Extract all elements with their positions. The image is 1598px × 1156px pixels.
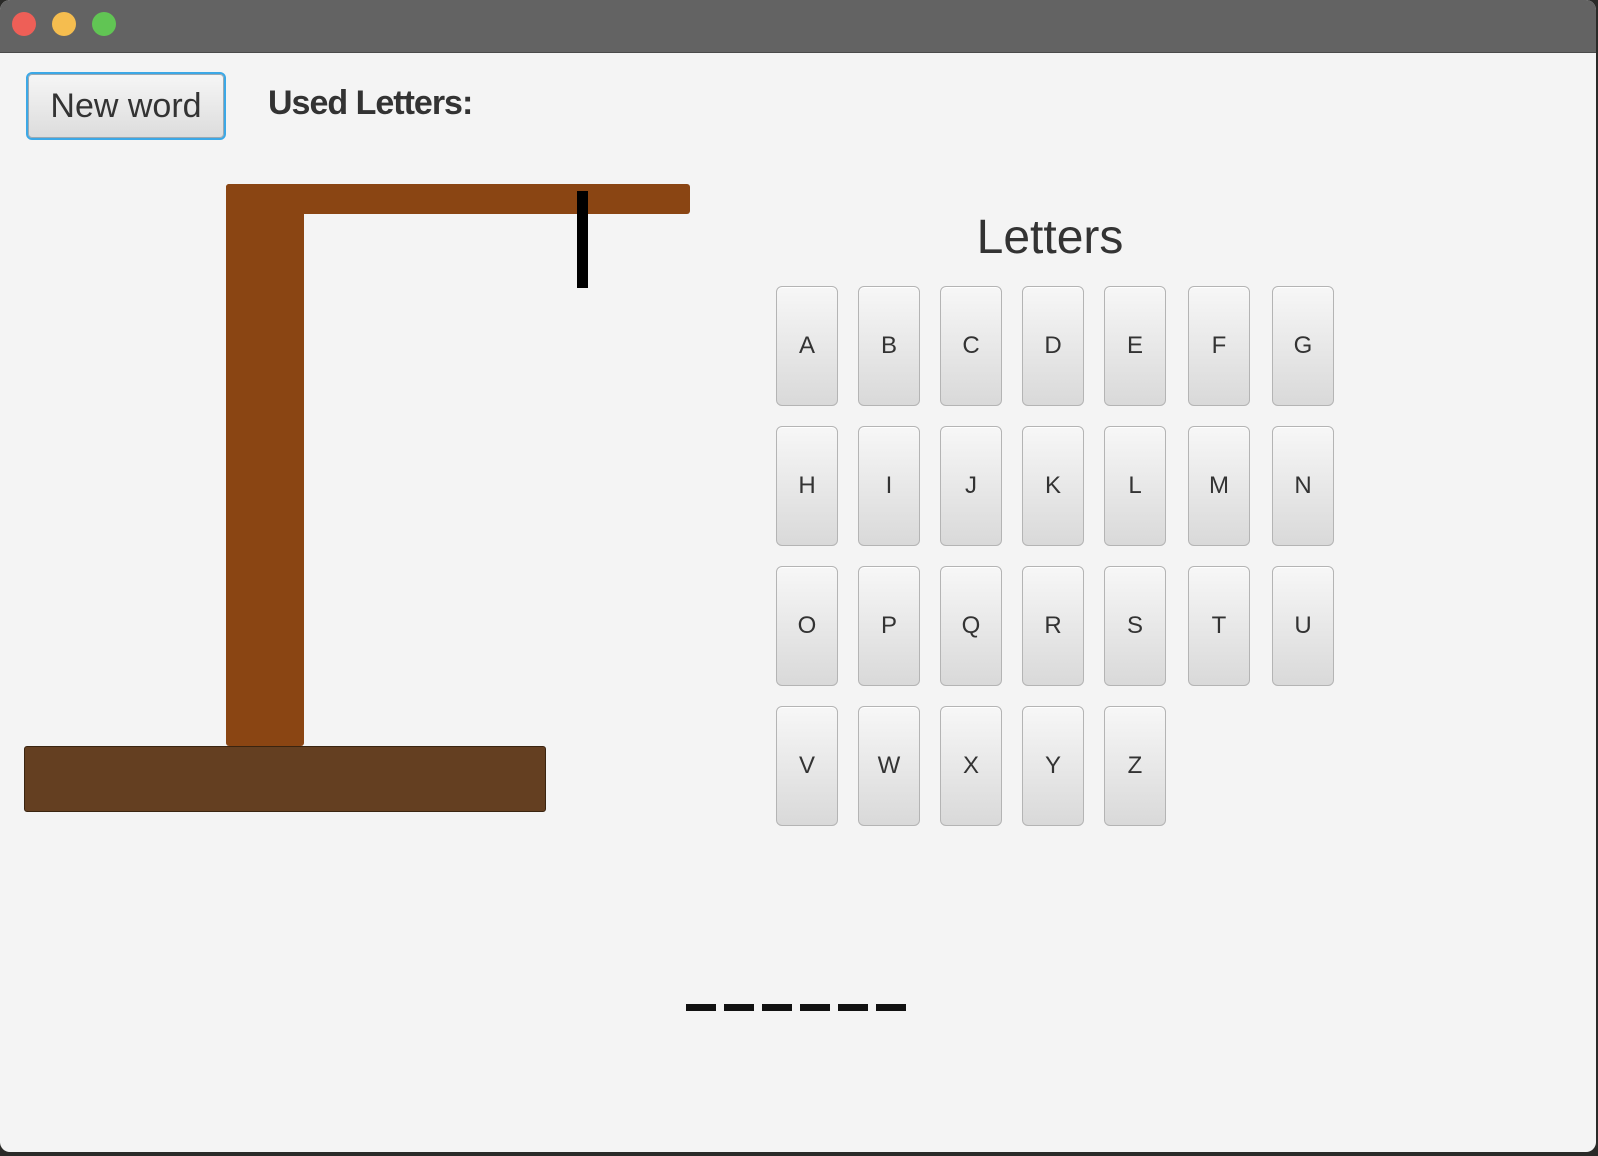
letter-button-w[interactable]: W: [858, 706, 920, 826]
word-letter-slot: [686, 1004, 716, 1011]
letter-button-f[interactable]: F: [1188, 286, 1250, 406]
letter-button-b[interactable]: B: [858, 286, 920, 406]
gallows-beam: [226, 184, 690, 214]
letter-button-q[interactable]: Q: [940, 566, 1002, 686]
new-word-button[interactable]: New word: [26, 72, 226, 140]
letter-button-u[interactable]: U: [1272, 566, 1334, 686]
letter-button-n[interactable]: N: [1272, 426, 1334, 546]
letter-button-p[interactable]: P: [858, 566, 920, 686]
letter-button-c[interactable]: C: [940, 286, 1002, 406]
letter-button-l[interactable]: L: [1104, 426, 1166, 546]
maximize-window-button[interactable]: [92, 12, 116, 36]
minimize-window-button[interactable]: [52, 12, 76, 36]
letter-button-i[interactable]: I: [858, 426, 920, 546]
letter-button-h[interactable]: H: [776, 426, 838, 546]
word-letter-slot: [762, 1004, 792, 1011]
letter-button-r[interactable]: R: [1022, 566, 1084, 686]
app-window: New word Used Letters: Letters ABCDEFG HI…: [0, 0, 1596, 1152]
letter-button-k[interactable]: K: [1022, 426, 1084, 546]
letter-button-a[interactable]: A: [776, 286, 838, 406]
word-letter-slot: [876, 1004, 906, 1011]
letter-button-d[interactable]: D: [1022, 286, 1084, 406]
letter-button-v[interactable]: V: [776, 706, 838, 826]
letter-button-e[interactable]: E: [1104, 286, 1166, 406]
word-letter-slot: [838, 1004, 868, 1011]
letter-button-g[interactable]: G: [1272, 286, 1334, 406]
letter-button-s[interactable]: S: [1104, 566, 1166, 686]
used-letters-label: Used Letters:: [268, 84, 473, 122]
letter-button-y[interactable]: Y: [1022, 706, 1084, 826]
letter-button-t[interactable]: T: [1188, 566, 1250, 686]
gallows-post: [226, 184, 304, 746]
word-display: [686, 1004, 906, 1018]
letter-button-x[interactable]: X: [940, 706, 1002, 826]
word-letter-slot: [800, 1004, 830, 1011]
letters-title: Letters: [976, 211, 1124, 264]
letter-button-j[interactable]: J: [940, 426, 1002, 546]
gallows-rope: [577, 191, 588, 288]
letter-button-o[interactable]: O: [776, 566, 838, 686]
word-letter-slot: [724, 1004, 754, 1011]
gallows-base: [24, 746, 546, 812]
letter-button-m[interactable]: M: [1188, 426, 1250, 546]
letter-button-z[interactable]: Z: [1104, 706, 1166, 826]
title-bar: [0, 0, 1596, 53]
close-window-button[interactable]: [12, 12, 36, 36]
